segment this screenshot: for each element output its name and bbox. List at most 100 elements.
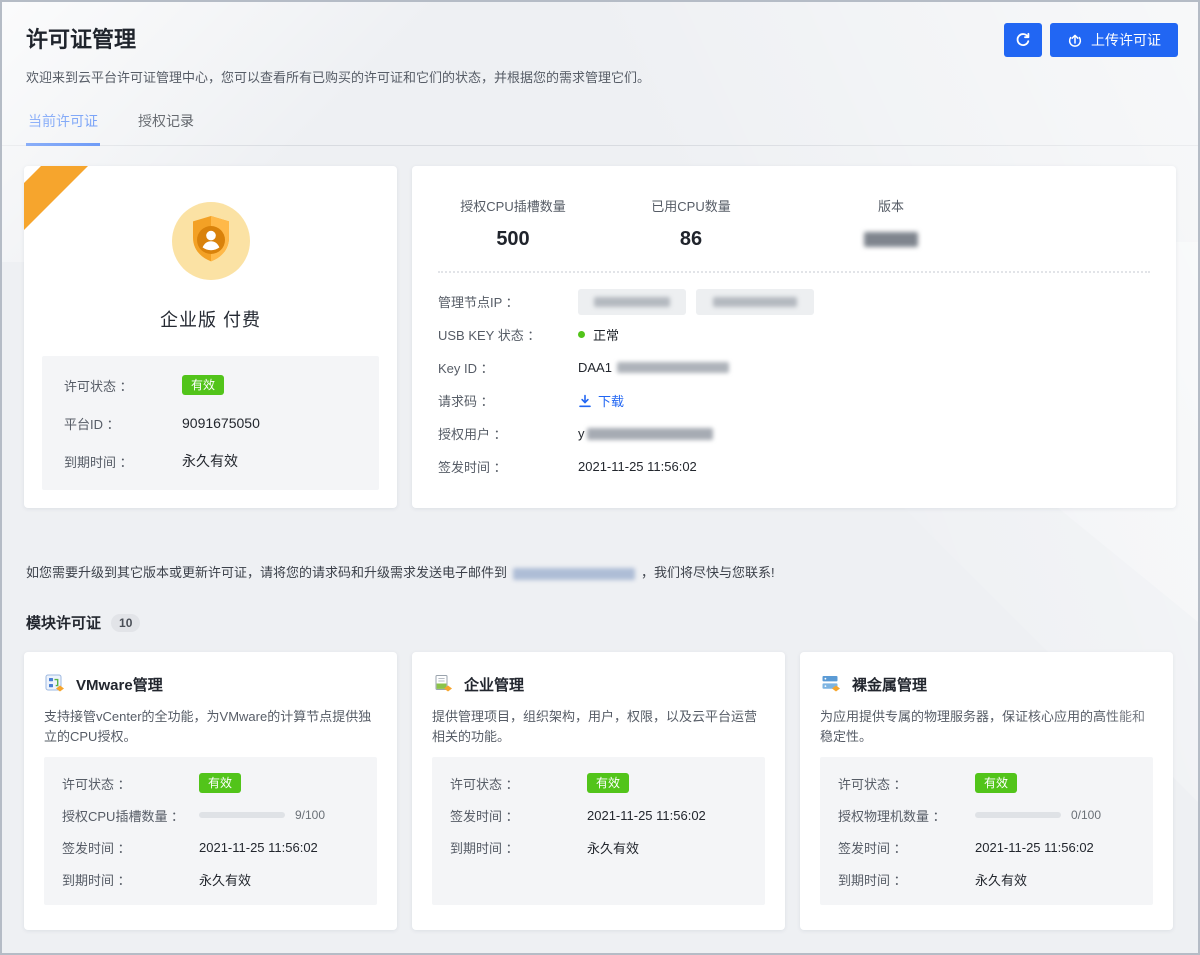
masked-email [513,568,635,580]
download-request-code-link[interactable]: 下载 [578,391,624,410]
module-section-title: 模块许可证 [26,612,101,633]
module-issue-label: 签发时间 ： [450,806,587,825]
module-status-row: 许可状态 ： 有效 [838,767,1135,799]
license-stats: 授权CPU插槽数量 500 已用CPU数量 86 版本 [438,196,1150,251]
mgmt-ip-values [578,289,824,315]
masked-version-value [864,232,918,247]
quota-progress-bar [975,812,1061,818]
stat-label: 版本 [816,196,966,215]
usb-key-status-value: 正常 [578,325,619,344]
key-id-value: DAA1 [578,360,729,375]
download-icon [578,394,592,408]
key-id-prefix: DAA1 [578,360,612,375]
module-quota-value: 9/100 [199,808,325,822]
refresh-icon [1015,32,1031,48]
baremetal-module-icon [820,673,842,695]
module-issue-row: 签发时间 ： 2021-11-25 11:56:02 [450,799,747,831]
module-expire-row: 到期时间 ： 永久有效 [450,831,747,863]
authorized-user-value: y [578,426,713,441]
stat-label: 已用CPU数量 [616,196,766,215]
authorized-user-prefix: y [578,426,585,441]
expire-time-value: 永久有效 [182,451,238,471]
license-edition-title: 企业版 付费 [24,306,397,332]
request-code-value: 下载 [578,391,624,410]
upload-license-button[interactable]: 上传许可证 [1050,23,1178,57]
refresh-button[interactable] [1004,23,1042,57]
vmware-module-icon [44,673,66,695]
quota-ratio-text: 0/100 [1071,808,1101,822]
module-expire-row: 到期时间 ： 永久有效 [62,863,359,895]
tab-authorization-records[interactable]: 授权记录 [136,111,196,145]
request-code-label: 请求码 ： [438,391,578,410]
module-expire-label: 到期时间 ： [62,870,199,889]
module-card-vmware: VMware管理 支持接管vCenter的全功能，为VMware的计算节点提供独… [24,652,397,930]
module-quota-label: 授权物理机数量 ： [838,806,975,825]
module-status-badge: 有效 [199,773,241,793]
module-section-header: 模块许可证 10 [26,612,1174,633]
stat-value: 500 [438,228,588,251]
license-status-badge: 有效 [182,375,224,395]
stat-version: 版本 [816,196,966,251]
module-quota-row: 授权CPU插槽数量 ： 9/100 [62,799,359,831]
tab-bar: 当前许可证 授权记录 [2,111,1198,146]
masked-key-id [617,362,729,373]
module-description: 提供管理项目，组织架构，用户，权限，以及云平台运营相关的功能。 [432,707,765,748]
module-info-panel: 许可状态 ： 有效 签发时间 ： 2021-11-25 11:56:02 到期时… [432,757,765,905]
notice-text-part1: 如您需要升级到其它版本或更新许可证，请将您的请求码和升级需求发送电子邮件到 [26,565,507,580]
module-info-panel: 许可状态 ： 有效 授权CPU插槽数量 ： 9/100 签发时间 ： 2021-… [44,757,377,905]
module-issue-value: 2021-11-25 11:56:02 [975,840,1094,855]
module-card-header: VMware管理 [44,672,377,696]
tab-current-license[interactable]: 当前许可证 [26,111,100,146]
page-subtitle: 欢迎来到云平台许可证管理中心，您可以查看所有已购买的许可证和它们的状态，并根据您… [26,67,1174,86]
module-expire-value: 永久有效 [587,838,639,857]
usb-key-status-row: USB KEY 状态 ： 正常 [438,318,1150,351]
quota-ratio-text: 9/100 [295,808,325,822]
module-description: 为应用提供专属的物理服务器，保证核心应用的高性能和稳定性。 [820,707,1153,748]
license-info-panel: 许可状态 ： 有效 平台ID ： 9091675050 到期时间 ： 永久有效 [42,356,379,490]
expire-time-label: 到期时间 ： [64,452,182,471]
license-edition-card: 企业版 付费 许可状态 ： 有效 平台ID ： 9091675050 到期时间 … [24,166,397,508]
enterprise-module-icon [432,673,454,695]
module-status-row: 许可状态 ： 有效 [450,767,747,799]
usb-key-status-text: 正常 [593,325,619,344]
module-expire-label: 到期时间 ： [838,870,975,889]
module-title: VMware管理 [76,674,163,695]
request-code-row: 请求码 ： 下载 [438,384,1150,417]
module-issue-row: 签发时间 ： 2021-11-25 11:56:02 [62,831,359,863]
quota-progress-bar [199,812,285,818]
stat-value-masked [816,228,966,251]
authorized-user-label: 授权用户 ： [438,424,578,443]
authorized-user-row: 授权用户 ： y [438,417,1150,450]
mgmt-ip-row: 管理节点IP ： [438,285,1150,318]
stat-used-cpu: 已用CPU数量 86 [616,196,766,251]
module-count-badge: 10 [111,614,140,632]
module-status-badge: 有效 [587,773,629,793]
module-expire-row: 到期时间 ： 永久有效 [838,863,1135,895]
status-ok-dot [578,331,585,338]
platform-id-label: 平台ID ： [64,414,182,433]
issue-time-value: 2021-11-25 11:56:02 [578,459,697,474]
expire-time-row: 到期时间 ： 永久有效 [64,442,357,480]
usb-key-status-label: USB KEY 状态 ： [438,325,578,344]
module-card-header: 企业管理 [432,672,765,696]
license-status-row: 许可状态 ： 有效 [64,366,357,404]
module-title: 裸金属管理 [852,674,927,695]
masked-user-value [587,428,713,440]
module-status-label: 许可状态 ： [838,774,975,793]
notice-text-part2: ，我们将尽快与您联系! [641,565,775,580]
module-quota-row: 授权物理机数量 ： 0/100 [838,799,1135,831]
page-header: 许可证管理 欢迎来到云平台许可证管理中心，您可以查看所有已购买的许可证和它们的状… [2,2,1198,86]
stat-cpu-sockets: 授权CPU插槽数量 500 [438,196,588,251]
module-expire-value: 永久有效 [199,870,251,889]
module-card-enterprise: 企业管理 提供管理项目，组织架构，用户，权限，以及云平台运营相关的功能。 许可状… [412,652,785,930]
dotted-divider [438,271,1150,273]
module-status-row: 许可状态 ： 有效 [62,767,359,799]
upgrade-notice: 如您需要升级到其它版本或更新许可证，请将您的请求码和升级需求发送电子邮件到 ，我们… [26,562,1174,581]
ip-chip [578,289,686,315]
platform-id-value: 9091675050 [182,415,260,431]
mgmt-ip-label: 管理节点IP ： [438,292,578,311]
module-issue-label: 签发时间 ： [62,838,199,857]
license-badge-wrap [24,202,397,280]
shield-user-icon [172,202,250,280]
module-card-baremetal: 裸金属管理 为应用提供专属的物理服务器，保证核心应用的高性能和稳定性。 许可状态… [800,652,1173,930]
